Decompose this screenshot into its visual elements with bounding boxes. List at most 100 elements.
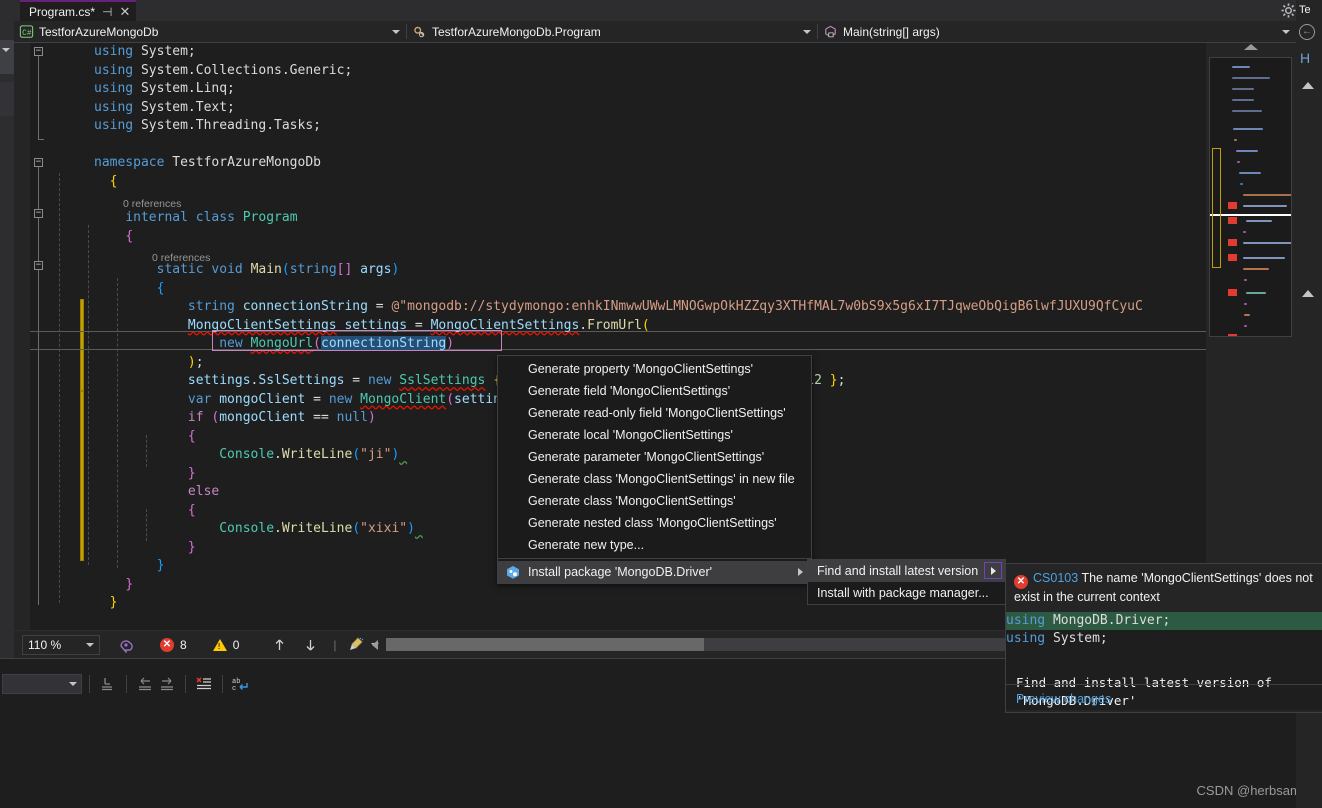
chevron-down-icon[interactable]	[2, 48, 10, 52]
outline-line-usings-foot	[38, 139, 44, 140]
code-line: if (mongoClient == null)	[187, 410, 376, 425]
next-issue-button[interactable]	[304, 638, 317, 652]
triangle-up-icon[interactable]	[1302, 82, 1314, 89]
menu-item-install-package[interactable]: Install package 'MongoDB.Driver'	[498, 561, 811, 583]
navigate-backward-icon	[139, 677, 151, 691]
collapse-usings[interactable]: −	[34, 47, 43, 56]
menu-item-generate-parameter[interactable]: Generate parameter 'MongoClientSettings'	[498, 446, 811, 468]
code-line: }	[187, 465, 196, 481]
minimap-line	[1239, 172, 1261, 174]
chevron-down-icon[interactable]	[803, 29, 811, 34]
menu-item-generate-readonly-field[interactable]: Generate read-only field 'MongoClientSet…	[498, 402, 811, 424]
gear-icon[interactable]	[1281, 3, 1296, 18]
code-line: {	[156, 280, 165, 296]
indent-guide-1	[59, 173, 60, 603]
hscroll-thumb[interactable]	[386, 638, 704, 651]
scroll-up-icon[interactable]	[1244, 44, 1258, 50]
code-line: using System.Text;	[94, 99, 235, 115]
prev-issue-button[interactable]	[273, 638, 286, 652]
minimap-error-marker[interactable]	[1228, 254, 1237, 261]
preview-changes-link[interactable]: Preview changes	[1006, 684, 1322, 712]
error-circle-icon: ✕	[160, 637, 174, 652]
word-wrap-button[interactable]: ab c	[230, 673, 252, 695]
clear-all-icon	[196, 677, 211, 690]
code-line: Console.WriteLine("xixi")	[219, 521, 415, 536]
install-package-submenu[interactable]: Find and install latest version Install …	[807, 559, 1006, 605]
collapse-namespace[interactable]: −	[34, 158, 43, 167]
left-dock-tab-2[interactable]	[0, 82, 14, 116]
code-line: {	[125, 228, 134, 244]
toolbar-divider-4	[222, 675, 223, 693]
menu-item-label: Generate parameter 'MongoClientSettings'	[528, 450, 765, 464]
warning-count-indicator[interactable]: 0	[212, 638, 239, 652]
collapse-method[interactable]: −	[34, 261, 43, 270]
minimap-line	[1244, 314, 1250, 316]
intellicode-icon	[120, 639, 133, 653]
minimap-error-marker[interactable]	[1228, 239, 1237, 246]
zoom-level-label: 110 %	[28, 637, 62, 652]
clear-all-button[interactable]	[193, 673, 215, 695]
menu-item-generate-property[interactable]: Generate property 'MongoClientSettings'	[498, 358, 811, 380]
minimap-line	[1234, 139, 1237, 141]
chevron-down-icon[interactable]	[69, 682, 77, 686]
navbar-project-label: TestforAzureMongoDb	[39, 24, 159, 39]
menu-item-generate-local[interactable]: Generate local 'MongoClientSettings'	[498, 424, 811, 446]
navbar-project-dropdown[interactable]: C# TestforAzureMongoDb	[14, 21, 406, 42]
navbar-type-dropdown[interactable]: TestforAzureMongoDb.Program	[407, 21, 817, 42]
chevron-down-icon[interactable]	[392, 29, 400, 34]
intellicode-status[interactable]	[118, 637, 134, 653]
submenu-arrow-icon	[798, 568, 803, 576]
triangle-up-icon[interactable]	[1302, 290, 1314, 297]
scroll-left-icon[interactable]	[372, 640, 378, 650]
collapse-class[interactable]: −	[34, 209, 43, 218]
navbar-member-dropdown[interactable]: Main(string[] args)	[818, 21, 1296, 42]
menu-item-generate-new-type[interactable]: Generate new type...	[498, 534, 811, 556]
chevron-down-icon[interactable]	[1282, 29, 1290, 34]
zoom-level-dropdown[interactable]: 110 %	[22, 634, 100, 655]
minimap-body[interactable]	[1209, 57, 1292, 337]
code-line: internal class Program	[125, 210, 298, 225]
minimap-error-marker[interactable]	[1228, 217, 1237, 224]
menu-item-generate-class[interactable]: Generate class 'MongoClientSettings'	[498, 490, 811, 512]
go-to-definition-button[interactable]	[97, 673, 119, 695]
minimap-line	[1243, 205, 1287, 207]
submenu-arrow-box[interactable]	[984, 562, 1002, 579]
right-panel-heading: H	[1300, 50, 1311, 66]
document-tab-program-cs[interactable]: Program.cs* ⊣ ✕	[20, 0, 137, 21]
quick-actions-context-menu[interactable]: Generate property 'MongoClientSettings' …	[497, 355, 812, 584]
minimap-line	[1232, 77, 1270, 79]
code-minimap[interactable]	[1206, 43, 1296, 630]
menu-item-generate-field[interactable]: Generate field 'MongoClientSettings'	[498, 380, 811, 402]
navigate-forward-icon	[161, 677, 173, 691]
watermark-text: CSDN @herbsama	[1196, 783, 1308, 798]
left-dock-tab-1[interactable]	[0, 40, 14, 74]
toolbar-divider-1	[89, 675, 90, 693]
minimap-line	[1232, 88, 1254, 90]
minimap-error-marker[interactable]	[1228, 289, 1237, 296]
minimap-error-marker[interactable]	[1228, 334, 1237, 336]
code-line: static void Main(string[] args)	[156, 262, 400, 277]
menu-item-label: Generate class 'MongoClientSettings' in …	[528, 472, 795, 486]
navigate-forward-button[interactable]	[156, 673, 178, 695]
navigate-backward-button[interactable]	[134, 673, 156, 695]
back-arrow-icon[interactable]: ←	[1299, 24, 1315, 40]
submenu-item-find-latest[interactable]: Find and install latest version	[808, 560, 1005, 582]
menu-item-generate-nested-class[interactable]: Generate nested class 'MongoClientSettin…	[498, 512, 811, 534]
chevron-down-icon[interactable]	[86, 642, 94, 647]
code-line: Console.WriteLine("ji")	[219, 447, 400, 462]
minimap-line	[1243, 194, 1291, 196]
menu-item-label: Generate field 'MongoClientSettings'	[528, 384, 731, 398]
output-source-dropdown[interactable]	[2, 674, 82, 694]
close-icon[interactable]: ✕	[119, 5, 130, 18]
minimap-line	[1232, 99, 1254, 101]
minimap-viewport[interactable]	[1212, 148, 1221, 268]
document-tab-label: Program.cs*	[29, 4, 96, 19]
menu-item-generate-class-new-file[interactable]: Generate class 'MongoClientSettings' in …	[498, 468, 811, 490]
minimap-cursor-line	[1210, 214, 1291, 216]
minimap-line	[1243, 242, 1291, 244]
minimap-error-marker[interactable]	[1228, 202, 1237, 209]
submenu-item-package-manager[interactable]: Install with package manager...	[808, 582, 1005, 604]
pin-icon[interactable]: ⊣	[102, 6, 112, 18]
error-count-indicator[interactable]: ✕ 8	[160, 637, 187, 652]
code-line: using System.Collections.Generic;	[94, 62, 353, 78]
